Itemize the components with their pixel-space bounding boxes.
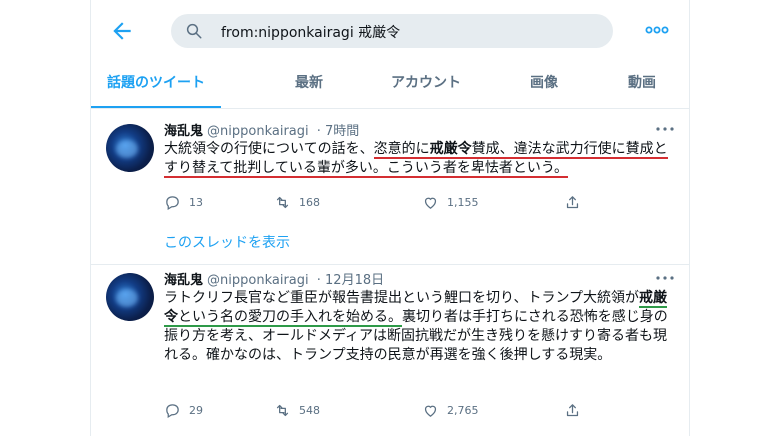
heart-icon <box>424 405 437 417</box>
tab-latest[interactable]: 最新 <box>271 60 347 107</box>
text-segment: という名の愛刀の手入れを始める。 <box>178 309 402 325</box>
like-button[interactable]: 2,765 <box>422 400 479 420</box>
user-handle[interactable]: @nipponkairagi <box>207 124 309 139</box>
tab-top-tweets[interactable]: 話題のツイート <box>91 60 221 108</box>
text-segment: ラトクリフ長官など重臣が報告書提出という鯉口を切り、トランプ大統領が <box>164 290 640 306</box>
share-button[interactable] <box>564 400 581 420</box>
tweet-header: 海乱鬼 @nipponkairagi · 12月18日 <box>164 269 384 288</box>
like-count: 2,765 <box>447 403 479 417</box>
share-icon <box>566 195 579 208</box>
reply-count: 13 <box>189 195 203 209</box>
app-frame: 話題のツイート 最新 アカウント 画像 動画 海乱鬼 @nipponkairagi… <box>90 0 690 436</box>
tweet-time[interactable]: · 12月18日 <box>317 273 384 288</box>
retweet-button[interactable]: 548 <box>274 400 320 420</box>
tweet[interactable]: 海乱鬼 @nipponkairagi · 7時間 大統領令の行使についての話を、恣… <box>91 116 689 265</box>
retweet-icon <box>276 196 289 208</box>
tweet-actions: 29 548 2,765 <box>164 400 594 420</box>
avatar[interactable] <box>106 273 154 321</box>
heart-icon <box>424 197 437 209</box>
display-name[interactable]: 海乱鬼 <box>164 273 203 288</box>
retweet-count: 548 <box>299 403 320 417</box>
tab-label: アカウント <box>391 75 461 91</box>
reply-count: 29 <box>189 403 203 417</box>
search-input[interactable] <box>219 14 603 50</box>
search-box[interactable] <box>171 14 613 50</box>
reply-button[interactable]: 29 <box>164 400 203 420</box>
tab-label: 最新 <box>295 75 323 91</box>
display-name[interactable]: 海乱鬼 <box>164 124 203 139</box>
show-thread-link[interactable]: このスレッドを表示 <box>164 232 290 252</box>
retweet-button[interactable]: 168 <box>274 192 320 212</box>
avatar-glow <box>116 289 138 307</box>
tweet-more-icon[interactable] <box>655 124 675 134</box>
user-handle[interactable]: @nipponkairagi <box>207 273 309 288</box>
back-arrow-icon[interactable] <box>109 18 135 44</box>
tab-videos[interactable]: 動画 <box>609 60 675 107</box>
reply-button[interactable]: 13 <box>164 192 203 212</box>
text-segment: 賛成、違法な武力行使に <box>471 141 626 157</box>
tweet-text: ラトクリフ長官など重臣が報告書提出という鯉口を切り、トランプ大統領が戒厳令という… <box>164 289 674 365</box>
tweet-actions: 13 168 1,155 <box>164 192 594 212</box>
reply-icon <box>166 403 179 418</box>
retweet-count: 168 <box>299 195 320 209</box>
tweet-time[interactable]: · 7時間 <box>317 124 360 139</box>
tab-label: 話題のツイート <box>107 75 205 91</box>
reply-icon <box>166 195 179 210</box>
tweet[interactable]: 海乱鬼 @nipponkairagi · 12月18日 ラトクリフ長官など重臣が報… <box>91 265 689 436</box>
text-segment: 大統領令の行使についての話を、 <box>164 141 374 157</box>
avatar[interactable] <box>106 124 154 172</box>
tweet-text: 大統領令の行使についての話を、恣意的に戒厳令賛成、違法な武力行使に賛成とすり替え… <box>164 140 674 178</box>
like-count: 1,155 <box>447 195 479 209</box>
search-icon <box>186 23 202 39</box>
tab-images[interactable]: 画像 <box>511 60 577 107</box>
tab-label: 動画 <box>628 75 656 91</box>
tweet-more-icon[interactable] <box>655 273 675 283</box>
text-segment: 恣意的に <box>373 141 430 157</box>
keyword-bold: 戒厳令 <box>429 141 472 157</box>
retweet-icon <box>276 404 289 416</box>
tweet-header: 海乱鬼 @nipponkairagi · 7時間 <box>164 120 359 139</box>
share-button[interactable] <box>564 192 581 212</box>
tab-accounts[interactable]: アカウント <box>371 60 481 107</box>
avatar-glow <box>116 140 138 158</box>
more-options-icon[interactable] <box>644 20 670 40</box>
like-button[interactable]: 1,155 <box>422 192 479 212</box>
share-icon <box>566 403 579 416</box>
tab-label: 画像 <box>530 75 558 91</box>
active-tab-indicator <box>91 106 221 108</box>
search-tabs: 話題のツイート 最新 アカウント 画像 動画 <box>91 60 689 109</box>
search-header: 話題のツイート 最新 アカウント 画像 動画 <box>91 0 689 109</box>
